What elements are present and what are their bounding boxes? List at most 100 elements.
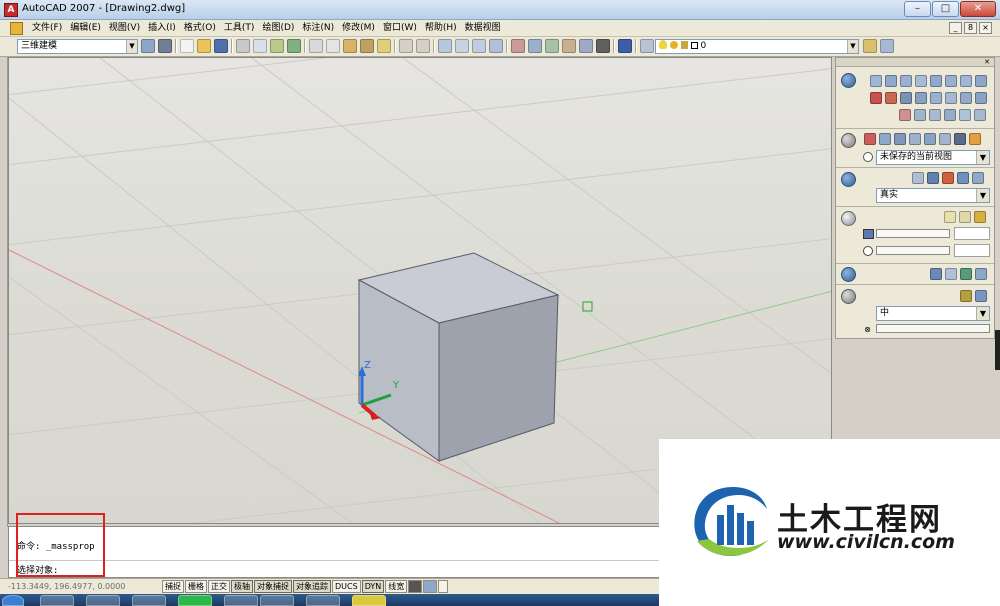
close-button[interactable]: ✕ — [960, 1, 996, 17]
panel-close-icon[interactable]: ✕ — [982, 58, 992, 66]
fly-icon[interactable] — [924, 133, 936, 145]
view-manager-icon[interactable] — [954, 133, 966, 145]
undo-icon[interactable] — [399, 39, 413, 53]
conceptual-icon[interactable] — [942, 172, 954, 184]
menu-edit[interactable]: 编辑(E) — [66, 22, 105, 35]
taskbar-item[interactable] — [178, 595, 212, 606]
rotate-3d-icon[interactable] — [944, 109, 956, 121]
slice-icon[interactable] — [899, 109, 911, 121]
doc-minimize-button[interactable]: _ — [949, 22, 962, 34]
calculator-icon[interactable] — [596, 39, 610, 53]
copy-icon[interactable] — [326, 39, 340, 53]
dyn-toggle[interactable]: DYN — [361, 580, 385, 593]
materials-browser-icon[interactable] — [930, 268, 942, 280]
walk-icon[interactable] — [909, 133, 921, 145]
print-icon[interactable] — [236, 39, 250, 53]
layer-select[interactable]: 0 ▼ — [655, 39, 859, 54]
box-icon[interactable] — [870, 75, 882, 87]
sweep-icon[interactable] — [945, 92, 957, 104]
zoom-3d-icon[interactable] — [879, 133, 891, 145]
menu-draw[interactable]: 绘图(D) — [258, 22, 298, 35]
workspace-save-icon[interactable] — [158, 39, 172, 53]
status-menu-icon[interactable] — [438, 580, 449, 593]
coordinate-readout[interactable]: -113.3449, 196.4977, 0.0000 — [8, 581, 158, 593]
menu-insert[interactable]: 插入(I) — [144, 22, 180, 35]
maximize-button[interactable]: □ — [932, 1, 959, 17]
otrack-toggle[interactable]: 对象追踪 — [293, 580, 331, 593]
help-icon[interactable] — [618, 39, 632, 53]
named-views-icon[interactable] — [969, 133, 981, 145]
cube-side-face[interactable] — [438, 294, 559, 462]
material-editor-icon[interactable] — [975, 268, 987, 280]
render-icon[interactable] — [841, 289, 856, 304]
mirror-3d-icon[interactable] — [974, 109, 986, 121]
layer-manager-icon[interactable] — [640, 39, 654, 53]
attach-material-icon[interactable] — [960, 268, 972, 280]
wireframe-2d-icon[interactable] — [912, 172, 924, 184]
time-slider[interactable] — [876, 246, 950, 255]
ducs-toggle[interactable]: DUCS — [332, 580, 361, 593]
view-select[interactable]: 未保存的当前视图 ▼ — [876, 150, 990, 165]
time-value-box[interactable] — [954, 244, 990, 257]
open-folder-icon[interactable] — [197, 39, 211, 53]
zoom-realtime-icon[interactable] — [455, 39, 469, 53]
panel-resize-handle[interactable] — [995, 330, 1000, 370]
date-slider[interactable] — [876, 229, 950, 238]
torus-icon[interactable] — [945, 75, 957, 87]
section-plane-icon[interactable] — [914, 109, 926, 121]
menu-help[interactable]: 帮助(H) — [421, 22, 461, 35]
markup-icon[interactable] — [579, 39, 593, 53]
render-quality-select[interactable]: 中 ▼ — [876, 306, 990, 321]
print-preview-icon[interactable] — [253, 39, 267, 53]
pan-icon[interactable] — [438, 39, 452, 53]
layer-previous-icon[interactable] — [880, 39, 894, 53]
loft-icon[interactable] — [975, 92, 987, 104]
save-icon[interactable] — [214, 39, 228, 53]
point-light-icon[interactable] — [944, 211, 956, 223]
material-map-icon[interactable] — [945, 268, 957, 280]
materials-icon[interactable] — [841, 267, 856, 282]
union-icon[interactable] — [870, 92, 882, 104]
taskbar-item[interactable] — [86, 595, 120, 606]
publish-web-icon[interactable] — [287, 39, 301, 53]
camera-icon[interactable] — [939, 133, 951, 145]
menu-format[interactable]: 格式(O) — [180, 22, 220, 35]
zoom-previous-icon[interactable] — [489, 39, 503, 53]
menu-tools[interactable]: 工具(T) — [220, 22, 259, 35]
model-space-icon[interactable] — [408, 580, 423, 593]
revolve-icon[interactable] — [960, 92, 972, 104]
taskbar-item[interactable] — [306, 595, 340, 606]
taskbar-item[interactable] — [260, 595, 294, 606]
block-editor-icon[interactable] — [377, 39, 391, 53]
menu-modify[interactable]: 修改(M) — [338, 22, 379, 35]
tool-palettes-icon[interactable] — [545, 39, 559, 53]
workspace-settings-icon[interactable] — [141, 39, 155, 53]
extrude-icon[interactable] — [915, 92, 927, 104]
taskbar-item[interactable] — [40, 595, 74, 606]
move-gizmo-icon[interactable] — [929, 109, 941, 121]
date-value-box[interactable] — [954, 227, 990, 240]
cube[interactable] — [357, 252, 560, 462]
cylinder-icon[interactable] — [900, 75, 912, 87]
wedge-icon[interactable] — [930, 75, 942, 87]
sheet-set-icon[interactable] — [562, 39, 576, 53]
design-center-icon[interactable] — [528, 39, 542, 53]
ortho-toggle[interactable]: 正交 — [208, 580, 230, 593]
doc-close-button[interactable]: × — [979, 22, 992, 34]
spot-light-icon[interactable] — [959, 211, 971, 223]
align-3d-icon[interactable] — [959, 109, 971, 121]
sun-properties-icon[interactable] — [974, 211, 986, 223]
visual-style-icon[interactable] — [841, 172, 856, 187]
sphere-icon[interactable] — [885, 75, 897, 87]
cut-icon[interactable] — [309, 39, 323, 53]
layout-icon[interactable] — [423, 580, 438, 593]
intersect-icon[interactable] — [900, 92, 912, 104]
snap-toggle[interactable]: 捕捉 — [162, 580, 184, 593]
menu-file[interactable]: 文件(F) — [28, 22, 66, 35]
zoom-window-icon[interactable] — [472, 39, 486, 53]
exposure-slider[interactable] — [876, 324, 990, 333]
render-settings-icon[interactable] — [975, 290, 987, 302]
menu-view[interactable]: 视图(V) — [105, 22, 144, 35]
3d-navigate-icon[interactable] — [841, 133, 856, 148]
make-layer-current-icon[interactable] — [863, 39, 877, 53]
